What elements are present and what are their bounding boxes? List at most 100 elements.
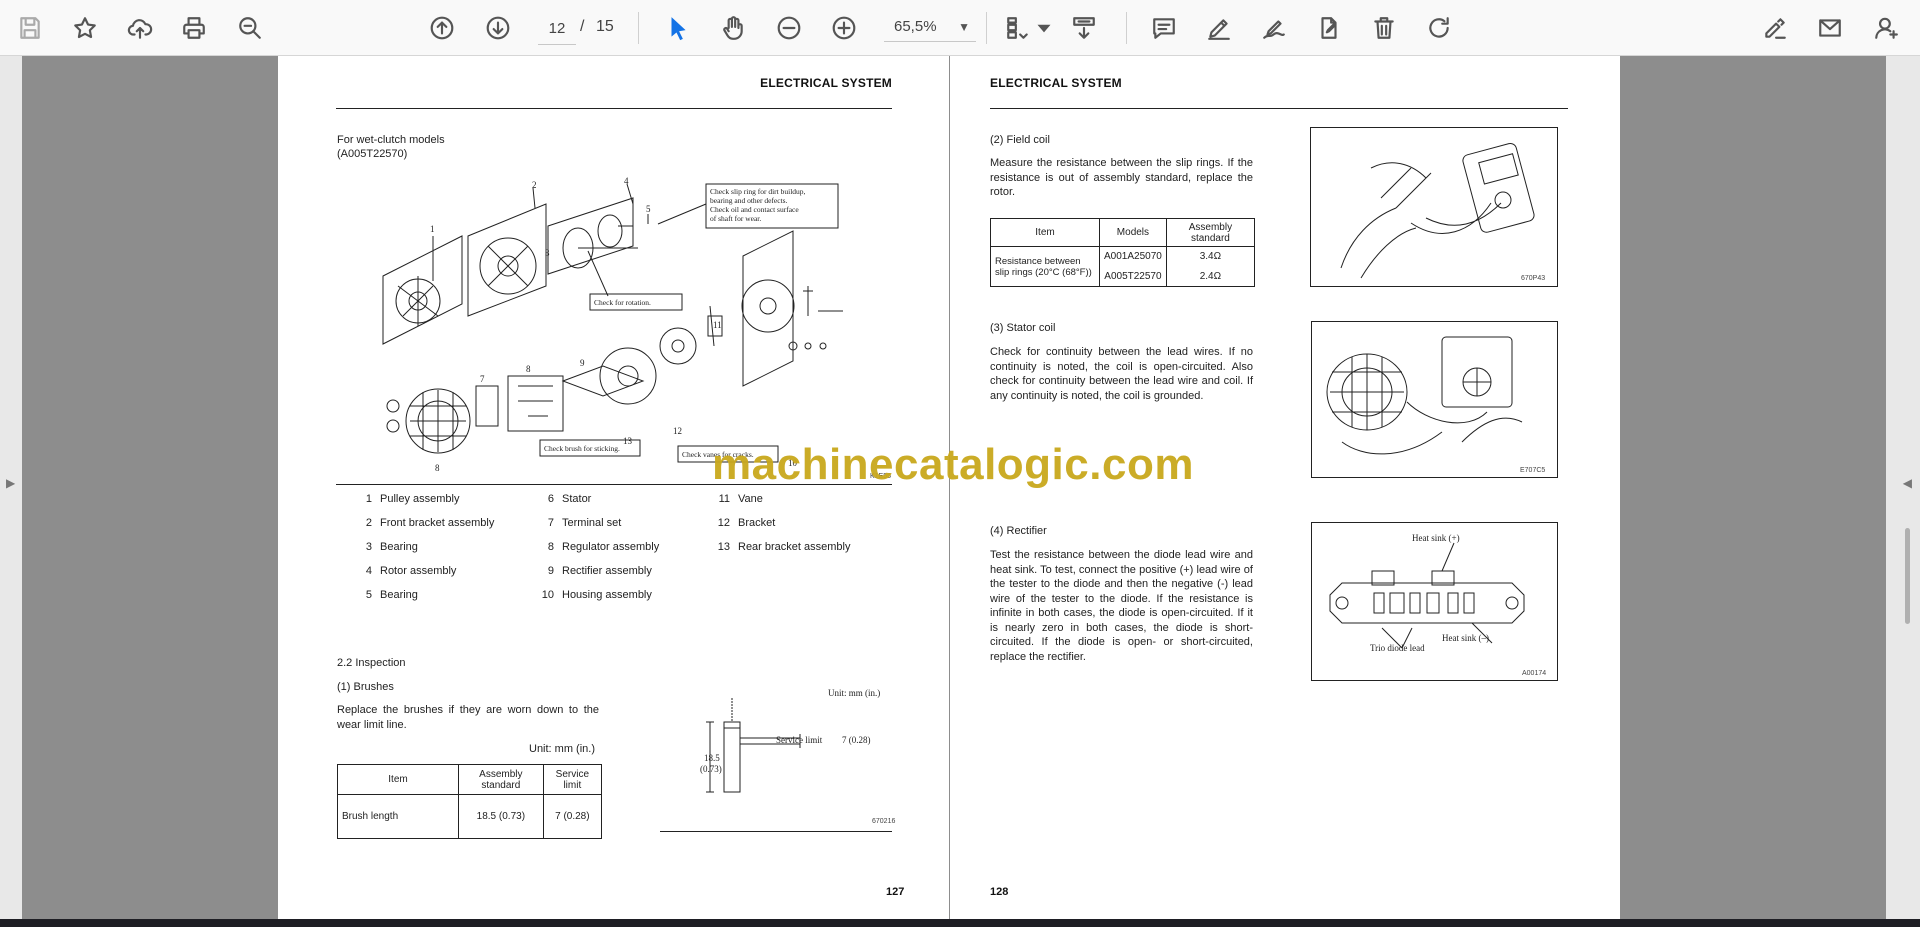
length-value-in: (0.73) <box>700 764 722 774</box>
alternator-exploded-diagram: Check slip ring for dirt buildup, bearin… <box>382 176 843 473</box>
page-number: 127 <box>886 886 905 898</box>
page-number-input[interactable] <box>538 12 576 45</box>
section-title: 2.2 Inspection <box>337 657 406 669</box>
table-header: Assembly standard <box>458 764 544 795</box>
watermark-text: machinecatalogic.com <box>712 440 1194 489</box>
draw-sign-icon[interactable] <box>1256 10 1292 46</box>
model-code: (A005T22570) <box>337 148 408 160</box>
delete-icon[interactable] <box>1366 10 1402 46</box>
diagram-number: 5 <box>646 204 651 214</box>
hand-pan-icon[interactable] <box>715 10 751 46</box>
part-number: 12 <box>717 517 730 529</box>
highlight-pen-icon[interactable] <box>1201 10 1237 46</box>
brush-figure <box>706 698 801 793</box>
scroll-mode-icon[interactable] <box>1066 10 1102 46</box>
table-cell: A001A25070 <box>1099 246 1167 267</box>
toolbar-divider <box>1126 12 1127 44</box>
comment-icon[interactable] <box>1146 10 1182 46</box>
rotate-icon[interactable] <box>1421 10 1457 46</box>
part-number: 7 <box>547 517 554 529</box>
diagram-callout-line: Check oil and contact surface <box>710 205 799 214</box>
field-coil-title: (2) Field coil <box>990 134 1050 146</box>
brush-instruction: Replace the brushes if they are worn dow… <box>337 704 599 731</box>
table-cell: Brush length <box>337 794 459 839</box>
fill-sign-icon[interactable] <box>1757 10 1793 46</box>
toolbar: / 15 65,5% ▼ <box>0 0 1920 56</box>
diagram-number: 2 <box>532 180 537 190</box>
diagram-number: 11 <box>713 320 722 330</box>
part-number: 5 <box>365 589 372 601</box>
field-coil-text: Measure the resistance between the slip … <box>990 157 1253 198</box>
parts-list: 1 Pulley assembly 2 Front bracket assembly… <box>358 493 898 613</box>
left-panel-toggle[interactable]: ▶ <box>0 56 22 919</box>
diagram-callout-brush: Check brush for sticking. <box>544 444 620 453</box>
part-number: 10 <box>541 589 554 601</box>
diagram-callout: Check slip ring for dirt buildup, <box>710 187 806 196</box>
page-header: ELECTRICAL SYSTEM <box>760 76 892 90</box>
list-item: 6 Stator <box>540 493 591 505</box>
header-rule <box>336 108 892 109</box>
brush-fig-code: 670216 <box>872 818 896 825</box>
add-user-icon[interactable] <box>1868 10 1904 46</box>
scrollbar-thumb[interactable] <box>1905 528 1910 624</box>
list-item: 10 Housing assembly <box>540 589 652 601</box>
search-zoom-icon[interactable] <box>232 10 268 46</box>
upload-cloud-icon[interactable] <box>122 10 158 46</box>
diagram-number: 8 <box>435 463 440 473</box>
page-up-icon[interactable] <box>424 10 460 46</box>
select-cursor-icon[interactable] <box>660 10 696 46</box>
list-item: 9 Rectifier assembly <box>540 565 652 577</box>
table-cell: 2.4Ω <box>1165 266 1256 287</box>
bookmark-star-icon[interactable] <box>67 10 103 46</box>
table-cell: 18.5 (0.73) <box>458 794 544 839</box>
unit-label: Unit: mm (in.) <box>529 743 595 755</box>
table-header: Service limit <box>542 764 603 795</box>
print-icon[interactable] <box>176 10 212 46</box>
brush-spec-table: Item Assembly standard Service limit Bru… <box>337 764 603 839</box>
email-icon[interactable] <box>1812 10 1848 46</box>
figure-rule <box>660 831 892 832</box>
page-down-icon[interactable] <box>480 10 516 46</box>
edit-pdf-icon[interactable] <box>1311 10 1347 46</box>
part-number: 8 <box>547 541 554 553</box>
brush-fig-unit: Unit: mm (in.) <box>828 688 881 698</box>
zoom-in-icon[interactable] <box>826 10 862 46</box>
zoom-out-icon[interactable] <box>771 10 807 46</box>
diagram-callout-rotation: Check for rotation. <box>594 298 651 307</box>
part-number: 4 <box>365 565 372 577</box>
table-cell: Resistance between slip rings (20°C (68°… <box>990 246 1100 287</box>
table-header: Item <box>990 218 1100 247</box>
header-rule <box>990 108 1568 109</box>
diagram-number: 12 <box>673 426 682 436</box>
table-cell: A005T22570 <box>1099 266 1167 287</box>
service-limit-value: 7 (0.28) <box>842 735 871 745</box>
length-value: 18.5 <box>704 753 720 763</box>
part-number: 3 <box>365 541 372 553</box>
diagram-callout-line: of shaft for wear. <box>710 214 761 223</box>
part-number: 1 <box>365 493 372 505</box>
diagram-callout-line: bearing and other defects. <box>710 196 788 205</box>
zoom-select[interactable]: 65,5% ▼ <box>884 12 976 42</box>
table-header: Models <box>1099 218 1167 247</box>
part-name: Stator <box>562 493 592 505</box>
part-name: Rotor assembly <box>380 565 457 577</box>
part-name: Pulley assembly <box>380 493 460 505</box>
rectifier-text: Test the resistance between the diode le… <box>990 549 1253 663</box>
part-number: 11 <box>718 493 730 505</box>
stator-coil-figure: E707C5 <box>1311 321 1558 478</box>
list-item: 7 Terminal set <box>540 517 621 529</box>
page-number: 128 <box>990 886 1009 898</box>
toolbar-divider <box>986 12 987 44</box>
list-item: 5 Bearing <box>358 589 418 601</box>
save-icon[interactable] <box>12 10 48 46</box>
chevron-down-icon[interactable] <box>1026 10 1062 46</box>
rectifier-title: (4) Rectifier <box>990 525 1047 537</box>
figure-code: 670P43 <box>1521 275 1545 282</box>
diagram-number: 3 <box>545 248 550 258</box>
diagram-number: 8 <box>526 364 531 374</box>
list-item: 8 Regulator assembly <box>540 541 659 553</box>
subsection-title: (1) Brushes <box>337 681 394 693</box>
right-panel-toggle[interactable]: ◀ <box>1886 56 1920 919</box>
table-header: Item <box>337 764 459 795</box>
figure-code: A00174 <box>1522 670 1546 677</box>
